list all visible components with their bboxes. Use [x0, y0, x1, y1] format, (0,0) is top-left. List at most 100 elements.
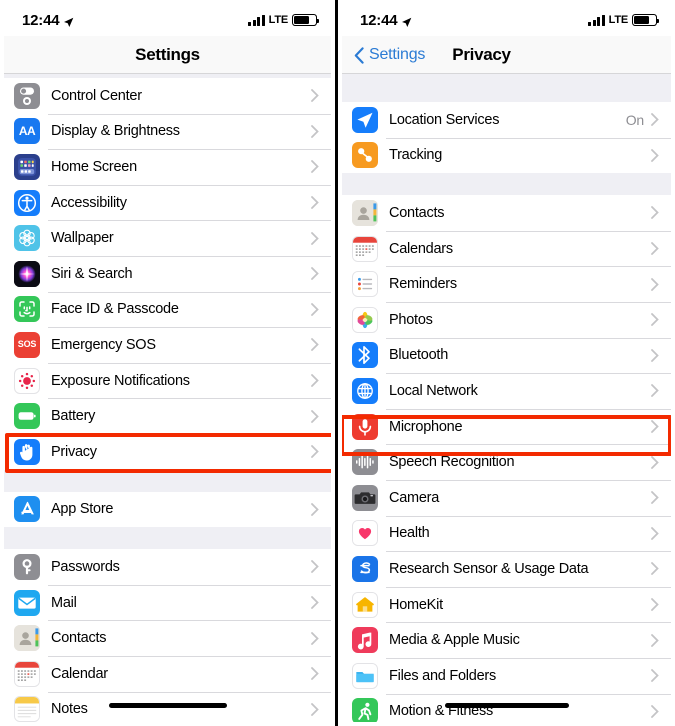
list-item-label: Reminders	[389, 276, 457, 293]
sidebar-item-battery[interactable]: Battery	[4, 398, 331, 434]
list-item-local-network[interactable]: Local Network	[342, 373, 671, 409]
privacy-group-permissions: Contacts Calendars Reminders Photos Blue…	[342, 195, 671, 722]
list-item-reminders[interactable]: Reminders	[342, 266, 671, 302]
list-item-label: HomeKit	[389, 596, 443, 613]
chevron-right-icon	[311, 374, 319, 387]
list-item-location-services[interactable]: Location Services On	[342, 102, 671, 138]
chevron-right-icon	[311, 89, 319, 103]
page-title: Privacy	[452, 44, 511, 64]
reminders-icon	[352, 271, 378, 298]
sidebar-item-label: Privacy	[51, 443, 97, 460]
chevron-right-icon	[651, 455, 659, 469]
sidebar-item-privacy[interactable]: Privacy	[4, 433, 331, 470]
list-item-photos[interactable]: Photos	[342, 301, 671, 338]
sidebar-item-label: App Store	[51, 501, 114, 518]
list-item-research-sensor-usage-data[interactable]: Research Sensor & Usage Data	[342, 551, 671, 587]
sidebar-item-exposure-notifications[interactable]: Exposure Notifications	[4, 362, 331, 399]
home-indicator	[108, 703, 227, 708]
chevron-right-icon	[651, 242, 659, 255]
chevron-right-icon	[651, 277, 659, 291]
exposure-notifications-icon	[14, 367, 40, 394]
list-item-homekit[interactable]: HomeKit	[342, 586, 671, 623]
list-top-gap	[342, 74, 671, 102]
page-title: Settings	[135, 44, 200, 64]
list-item-media-apple-music[interactable]: Media & Apple Music	[342, 622, 671, 658]
sidebar-item-display-brightness[interactable]: AA Display & Brightness	[4, 113, 331, 150]
chevron-right-icon	[651, 491, 659, 505]
sidebar-item-emergency-sos[interactable]: SOS Emergency SOS	[4, 327, 331, 363]
list-item-value: On	[625, 111, 644, 128]
chevron-right-icon	[651, 669, 659, 683]
status-bar-clock: 12:44	[360, 11, 398, 29]
list-item-label: Microphone	[389, 418, 463, 435]
group-separator	[342, 173, 671, 196]
list-item-bluetooth[interactable]: Bluetooth	[342, 337, 671, 374]
sidebar-item-mail[interactable]: Mail	[4, 584, 331, 621]
settings-group-app-store: App Store	[4, 491, 331, 528]
list-item-microphone[interactable]: Microphone	[342, 408, 671, 445]
sidebar-item-contacts[interactable]: Contacts	[4, 620, 331, 656]
list-item-contacts[interactable]: Contacts	[342, 195, 671, 231]
sidebar-item-label: Emergency SOS	[51, 336, 156, 353]
sidebar-item-label: Mail	[51, 594, 77, 611]
sidebar-item-siri-search[interactable]: Siri & Search	[4, 255, 331, 292]
chevron-right-icon	[311, 160, 319, 174]
microphone-icon	[352, 413, 378, 440]
location-arrow-icon	[401, 15, 412, 27]
dual-screenshot-container: 12:44 LTE Settings Control Center AA Dis…	[0, 0, 675, 726]
sidebar-item-label: Display & Brightness	[51, 123, 180, 140]
sidebar-item-app-store[interactable]: App Store	[4, 491, 331, 528]
cellular-bars-icon	[588, 14, 605, 26]
list-item-label: Research Sensor & Usage Data	[389, 560, 589, 577]
chevron-right-icon	[311, 409, 319, 423]
photos-icon	[352, 306, 378, 333]
sidebar-item-label: Exposure Notifications	[51, 372, 190, 389]
sidebar-item-home-screen[interactable]: Home Screen	[4, 149, 331, 185]
group-separator	[4, 469, 331, 492]
list-item-label: Local Network	[389, 382, 478, 399]
list-item-label: Location Services	[389, 111, 500, 128]
status-bar-indicators: LTE	[248, 14, 320, 26]
back-button-label: Settings	[369, 45, 426, 63]
chevron-right-icon	[311, 267, 319, 281]
battery-icon	[632, 14, 660, 26]
list-item-label: Files and Folders	[389, 667, 496, 684]
list-item-tracking[interactable]: Tracking	[342, 137, 671, 174]
display-brightness-icon: AA	[14, 118, 40, 145]
bluetooth-icon	[352, 342, 378, 369]
left-phone-screen: 12:44 LTE Settings Control Center AA Dis…	[0, 0, 338, 726]
list-item-speech-recognition[interactable]: Speech Recognition	[342, 444, 671, 480]
sidebar-item-calendar[interactable]: Calendar	[4, 655, 331, 692]
home-indicator	[444, 703, 569, 708]
notes-icon	[14, 696, 40, 722]
list-item-camera[interactable]: Camera	[342, 479, 671, 516]
accessibility-icon	[14, 189, 40, 216]
sidebar-item-label: Accessibility	[51, 194, 127, 211]
status-bar-clock: 12:44	[22, 11, 60, 29]
list-item-files-and-folders[interactable]: Files and Folders	[342, 657, 671, 694]
chevron-right-icon	[311, 667, 319, 681]
sidebar-item-label: Siri & Search	[51, 265, 133, 282]
chevron-right-icon	[651, 206, 659, 220]
chevron-right-icon	[651, 113, 659, 127]
list-item-calendars[interactable]: Calendars	[342, 230, 671, 267]
location-services-icon	[352, 106, 378, 133]
list-item-label: Contacts	[389, 204, 445, 221]
settings-list-left[interactable]: Control Center AA Display & Brightness H…	[4, 74, 331, 722]
sidebar-item-passwords[interactable]: Passwords	[4, 549, 331, 585]
calendar-icon	[14, 660, 40, 687]
chevron-right-icon	[311, 302, 319, 316]
sidebar-item-accessibility[interactable]: Accessibility	[4, 184, 331, 221]
list-item-label: Media & Apple Music	[389, 632, 520, 649]
back-button[interactable]: Settings	[342, 46, 425, 64]
passwords-key-icon	[14, 553, 40, 580]
chevron-right-icon	[311, 560, 319, 574]
list-item-health[interactable]: Health	[342, 515, 671, 552]
group-separator	[4, 527, 331, 550]
sidebar-item-control-center[interactable]: Control Center	[4, 78, 331, 114]
sidebar-item-face-id-passcode[interactable]: Face ID & Passcode	[4, 291, 331, 328]
sidebar-item-wallpaper[interactable]: Wallpaper	[4, 220, 331, 256]
nav-bar-left: Settings	[4, 36, 331, 74]
list-item-label: Speech Recognition	[389, 454, 515, 471]
privacy-list[interactable]: Location Services On Tracking Contacts C…	[342, 74, 671, 722]
